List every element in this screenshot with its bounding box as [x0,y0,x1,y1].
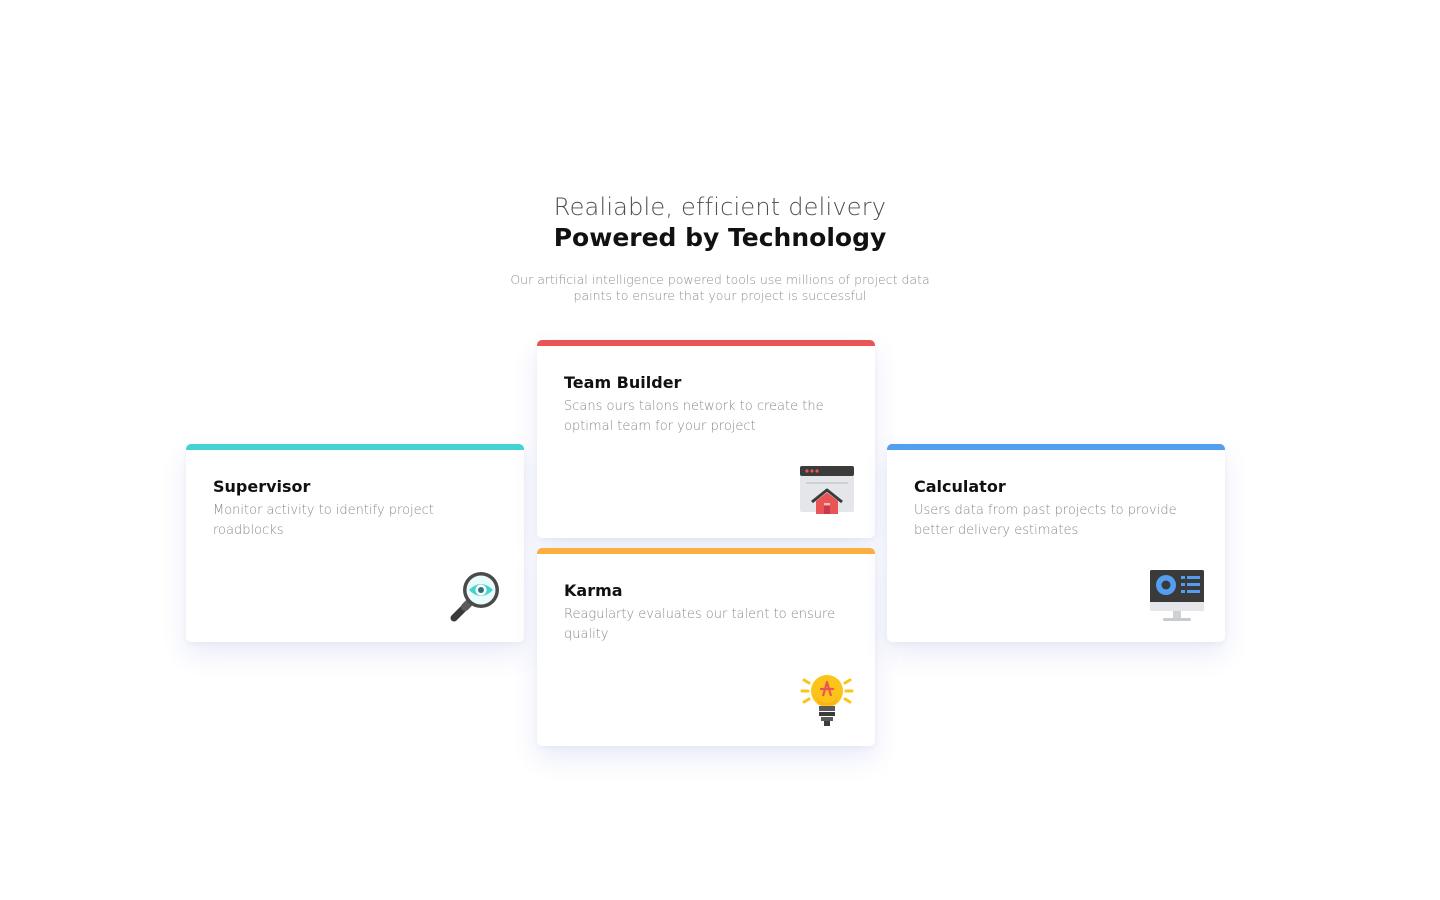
card-description: Monitor activity to identify project roa… [213,503,434,538]
hero-section: Realiable, efficient delivery Powered by… [0,192,1440,304]
card-description: Users data from past projects to provide… [914,503,1177,538]
card-accent-bar [186,444,524,450]
card-accent-bar [537,548,875,554]
card-team-builder: Team Builder Scans ours talons network t… [537,340,875,538]
card-title: Calculator [914,477,1006,496]
card-description: Reagularty evaluates our talent to ensur… [564,607,836,642]
card-calculator: Calculator Users data from past projects… [887,444,1225,642]
browser-home-icon [799,464,855,520]
card-accent-bar [537,340,875,346]
card-supervisor: Supervisor Monitor activity to identify … [186,444,524,642]
monitor-dashboard-icon [1149,568,1205,624]
card-title: Karma [564,581,623,600]
card-accent-bar [887,444,1225,450]
lightbulb-icon [799,672,855,728]
hero-title: Powered by Technology [553,223,887,252]
card-title: Supervisor [213,477,311,496]
card-description: Scans ours talons network to create the … [564,399,824,434]
hero-subtitle: Realiable, efficient delivery [553,193,887,221]
hero-description: Our artificial intelligence powered tool… [510,272,930,303]
card-title: Team Builder [564,373,682,392]
card-karma: Karma Reagularty evaluates our talent to… [537,548,875,746]
magnifier-eye-icon [448,568,504,624]
page: Realiable, efficient delivery Powered by… [0,0,1440,900]
